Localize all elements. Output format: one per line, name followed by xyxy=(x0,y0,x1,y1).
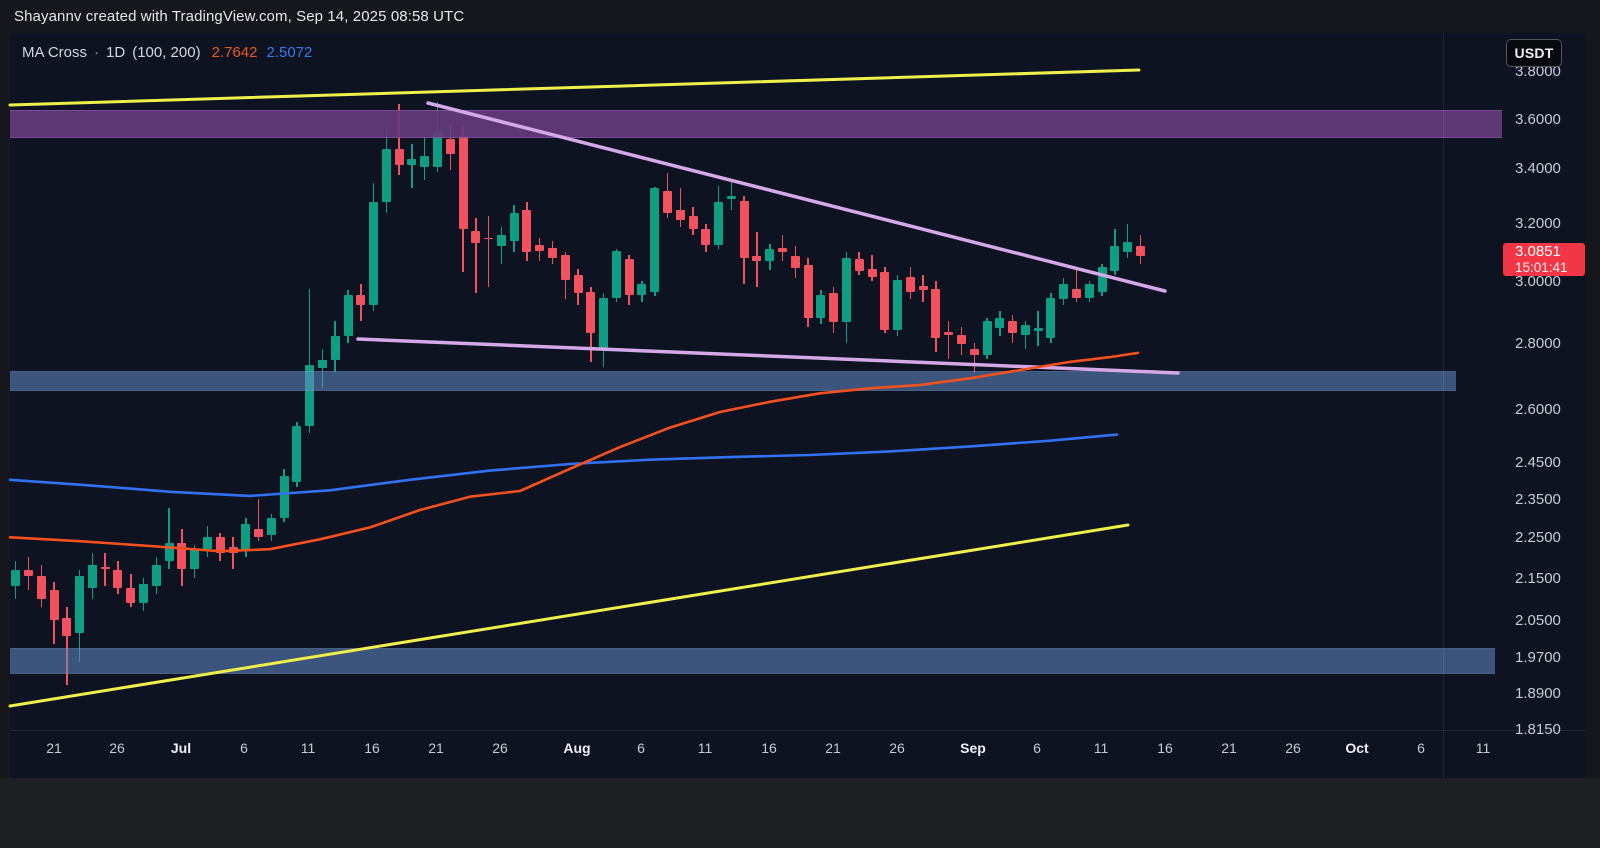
price-scale[interactable] xyxy=(1443,33,1585,730)
time-axis[interactable] xyxy=(10,730,1443,778)
footer-bar: TradingView xyxy=(0,778,1600,848)
quote-currency-label: USDT xyxy=(1515,45,1554,61)
indicator-legend[interactable]: MA Cross · 1D (100, 200) 2.7642 2.5072 xyxy=(22,42,312,62)
attribution-bar: Shayannv created with TradingView.com, S… xyxy=(0,0,1600,33)
indicator-interval: 1D xyxy=(106,44,125,61)
quote-currency-button[interactable]: USDT xyxy=(1506,39,1562,67)
indicator-params: (100, 200) xyxy=(132,44,200,61)
bar-countdown: 15:01:41 xyxy=(1515,260,1585,276)
indicator-name: MA Cross xyxy=(22,44,87,61)
attribution-text: Shayannv created with TradingView.com, S… xyxy=(14,8,464,25)
tradingview-screenshot: Shayannv created with TradingView.com, S… xyxy=(0,0,1600,848)
chart-pane[interactable] xyxy=(10,33,1585,778)
ma200-value: 2.5072 xyxy=(266,44,312,61)
last-price-value: 3.0851 xyxy=(1515,244,1585,260)
last-price-badge: 3.0851 15:01:41 xyxy=(1503,243,1585,276)
ma100-value: 2.7642 xyxy=(212,44,258,61)
legend-separator: · xyxy=(94,44,99,61)
